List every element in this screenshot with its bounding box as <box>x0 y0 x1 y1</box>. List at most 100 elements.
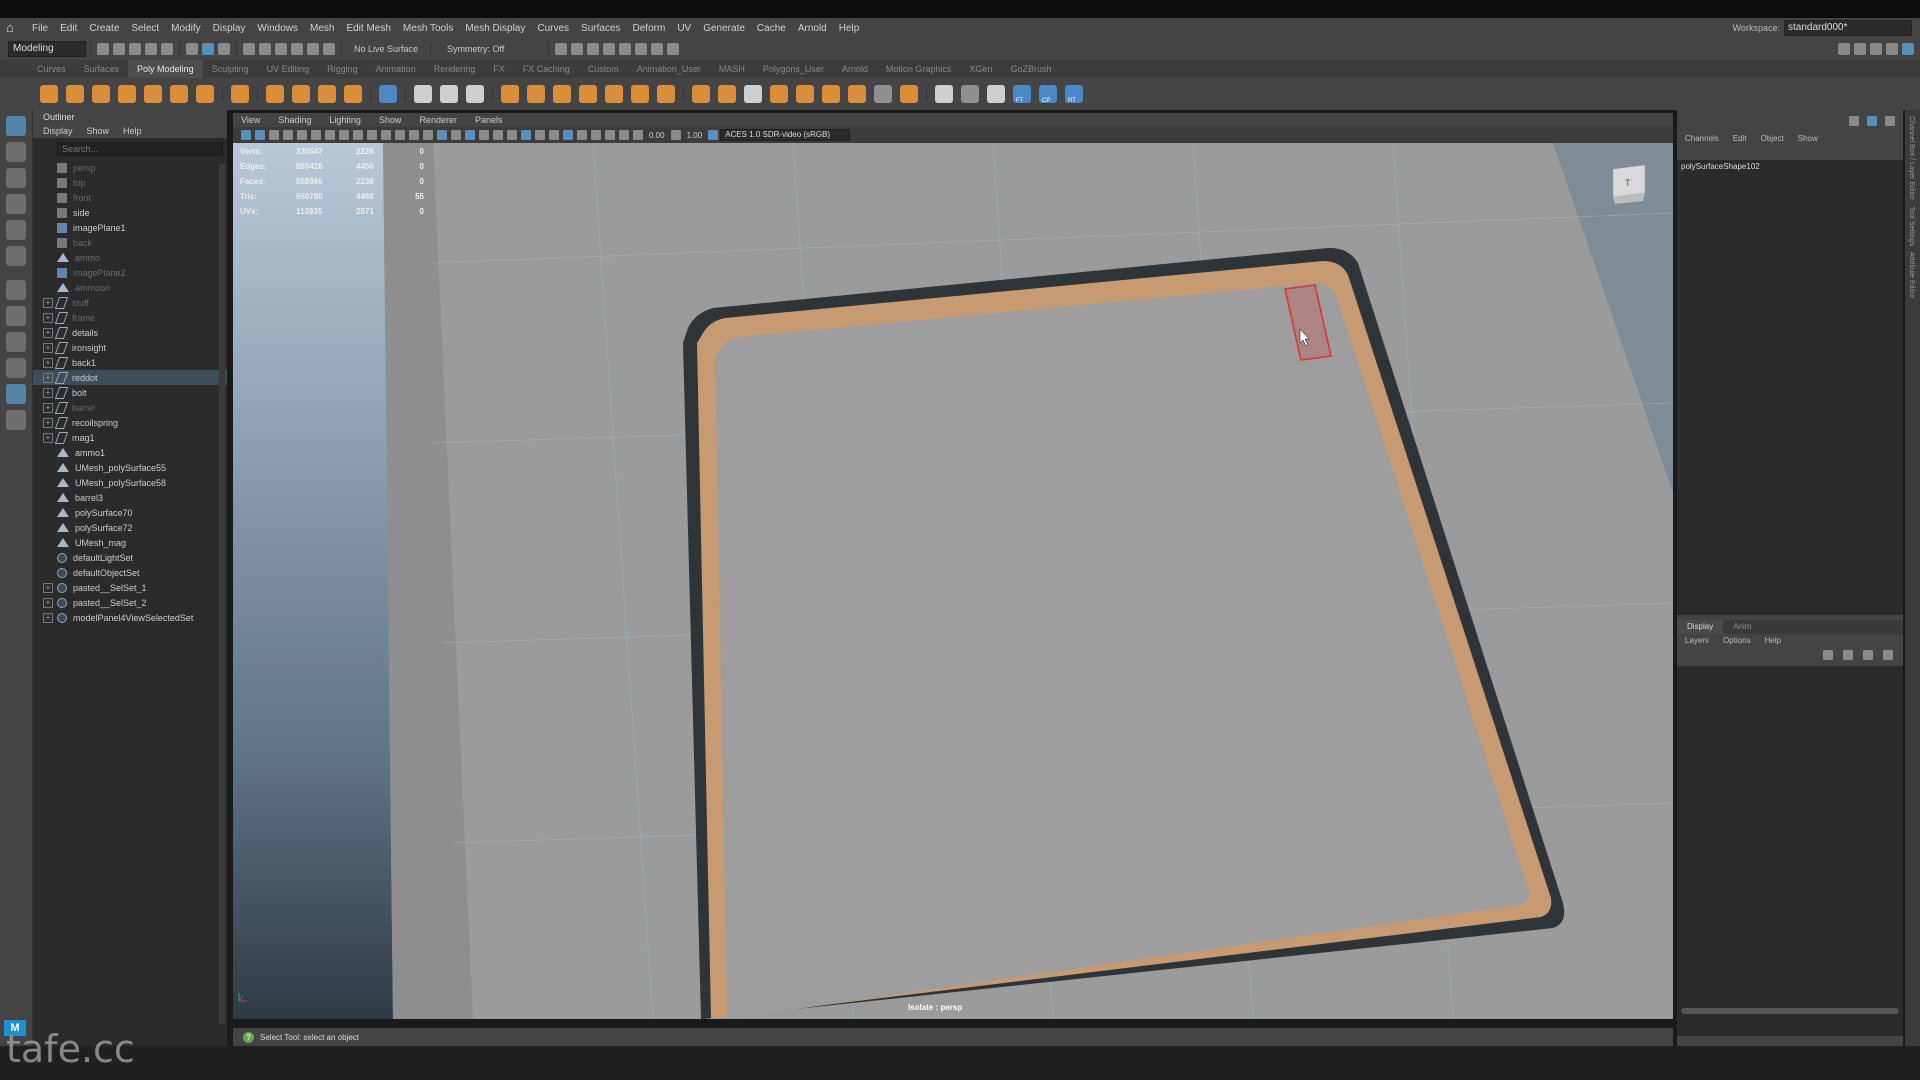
bridge-icon[interactable] <box>744 85 762 103</box>
film-gate-icon[interactable] <box>339 130 349 140</box>
select-tool-icon[interactable] <box>6 116 26 136</box>
bookmarks-icon[interactable] <box>269 130 279 140</box>
anti-aliasing-icon[interactable] <box>605 130 615 140</box>
shelf-tab-uv-editing[interactable]: UV Editing <box>258 60 319 78</box>
shelf-tab-fx-caching[interactable]: FX Caching <box>514 60 579 78</box>
shelf-tab-surfaces[interactable]: Surfaces <box>75 60 129 78</box>
append-polygon-icon[interactable] <box>770 85 788 103</box>
shelf-tab-rigging[interactable]: Rigging <box>318 60 367 78</box>
safe-title-icon[interactable] <box>409 130 419 140</box>
exposure-value[interactable]: 0.00 <box>649 131 665 140</box>
tab-display[interactable]: Display <box>1677 620 1724 634</box>
field-chart-icon[interactable] <box>381 130 391 140</box>
freeze-translate-icon[interactable]: FT <box>1013 85 1031 104</box>
combine-icon[interactable] <box>501 85 519 103</box>
outliner-item[interactable]: + bolt <box>33 385 227 400</box>
snap-options-icon[interactable] <box>323 43 335 55</box>
render-settings-icon[interactable] <box>603 43 616 55</box>
center-pivot-icon[interactable] <box>414 85 432 103</box>
channel-box-menu-object[interactable]: Object <box>1761 132 1784 146</box>
menu-mesh[interactable]: Mesh <box>304 23 340 34</box>
menu-mesh-display[interactable]: Mesh Display <box>459 23 531 34</box>
outliner-item[interactable]: + barrel <box>33 400 227 415</box>
menu-surfaces[interactable]: Surfaces <box>575 23 626 34</box>
outliner-item[interactable]: + pasted__SelSet_2 <box>33 595 227 610</box>
merge-icon[interactable] <box>848 85 866 103</box>
outliner-item[interactable]: defaultLightSet <box>33 550 227 565</box>
reset-transform-script-icon[interactable]: RT <box>1065 85 1083 104</box>
shelf-tab-fx[interactable]: FX <box>484 60 514 78</box>
new-layer-icon[interactable] <box>1863 650 1873 660</box>
shelf-tab-gozbrush[interactable]: GoZBrush <box>1001 60 1060 78</box>
attribute-editor-icon[interactable] <box>1870 43 1882 55</box>
workspace-dropdown[interactable]: standard000* <box>1784 20 1912 36</box>
arnold-ipr-icon[interactable] <box>651 43 664 55</box>
view-cube[interactable]: T <box>1612 164 1646 204</box>
target-weld-icon[interactable] <box>874 85 892 103</box>
side-tab-channel-box[interactable]: Channel Box / Layer Editor <box>1908 116 1915 200</box>
remesh-icon[interactable] <box>657 85 675 103</box>
menu-curves[interactable]: Curves <box>531 23 575 34</box>
expand-icon[interactable]: + <box>43 372 53 383</box>
shelf-tab-poly-modeling[interactable]: Poly Modeling <box>128 60 203 78</box>
menu-windows[interactable]: Windows <box>251 23 304 34</box>
channel-box-menu-channels[interactable]: Channels <box>1685 132 1719 146</box>
viewport-menu-lighting[interactable]: Lighting <box>329 113 361 127</box>
expand-icon[interactable]: + <box>43 387 53 398</box>
shadows-icon[interactable] <box>507 130 517 140</box>
depth-of-field-icon[interactable] <box>619 130 629 140</box>
menu-display[interactable]: Display <box>207 23 252 34</box>
freeze-transform-icon[interactable] <box>440 85 458 103</box>
platonic-solid-icon[interactable] <box>231 85 249 103</box>
isolate-select-icon[interactable] <box>563 130 573 140</box>
poly-disc-icon[interactable] <box>196 85 214 103</box>
reset-transform-icon[interactable] <box>466 85 484 103</box>
outliner-item[interactable]: polySurface72 <box>33 520 227 535</box>
outliner-item[interactable]: barrel3 <box>33 490 227 505</box>
outliner-item[interactable]: + reddot <box>33 370 227 385</box>
bevel-icon[interactable] <box>718 85 736 103</box>
viewport-menu-renderer[interactable]: Renderer <box>419 113 457 127</box>
move-layer-up-icon[interactable] <box>1823 650 1833 660</box>
channel-box-icon[interactable] <box>1902 43 1914 55</box>
gamma-value[interactable]: 1.00 <box>687 131 703 140</box>
layer-menu-options[interactable]: Options <box>1723 634 1751 648</box>
outliner-search-input[interactable]: Search... <box>57 142 223 156</box>
super-shape-icon[interactable] <box>266 85 284 103</box>
shelf-tab-polygons-user[interactable]: Polygons_User <box>754 60 833 78</box>
expand-icon[interactable]: + <box>43 312 53 323</box>
use-all-lights-icon[interactable] <box>493 130 503 140</box>
xray-active-icon[interactable] <box>549 130 559 140</box>
outliner-item[interactable]: + mag1 <box>33 430 227 445</box>
viewport-menu-view[interactable]: View <box>241 113 260 127</box>
channel-box-menu-show[interactable]: Show <box>1798 132 1818 146</box>
default-material-icon[interactable] <box>451 130 461 140</box>
wireframe-on-shaded-icon[interactable] <box>465 130 475 140</box>
pin-icon[interactable] <box>1849 116 1859 126</box>
reduce-icon[interactable] <box>605 85 623 103</box>
outliner-item[interactable]: side <box>33 205 227 220</box>
last-tool-icon[interactable] <box>6 280 26 300</box>
snap-live-icon[interactable] <box>307 43 319 55</box>
outliner-item[interactable]: polySurface70 <box>33 505 227 520</box>
outliner-item[interactable]: UMesh_polySurface58 <box>33 475 227 490</box>
redo-icon[interactable] <box>161 43 173 55</box>
circularize-icon[interactable] <box>900 85 918 103</box>
outliner-item[interactable]: + stuff <box>33 295 227 310</box>
expand-icon[interactable]: + <box>43 597 53 608</box>
poly-cylinder-icon[interactable] <box>92 85 110 103</box>
menu-select[interactable]: Select <box>125 23 165 34</box>
menu-file[interactable]: File <box>26 23 54 34</box>
expand-icon[interactable]: + <box>43 417 53 428</box>
snap-view-plane-icon[interactable] <box>291 43 303 55</box>
resolution-gate-icon[interactable] <box>353 130 363 140</box>
grid-toggle-icon[interactable] <box>325 130 335 140</box>
gamma-icon[interactable] <box>670 130 681 140</box>
center-pivot-script-icon[interactable]: CP <box>1039 85 1057 104</box>
outliner-item[interactable]: + pasted__SelSet_1 <box>33 580 227 595</box>
textured-icon[interactable] <box>479 130 489 140</box>
viewport-menu-show[interactable]: Show <box>379 113 402 127</box>
make-hole-icon[interactable] <box>822 85 840 103</box>
new-scene-icon[interactable] <box>97 43 109 55</box>
move-tool-icon[interactable] <box>6 194 26 214</box>
